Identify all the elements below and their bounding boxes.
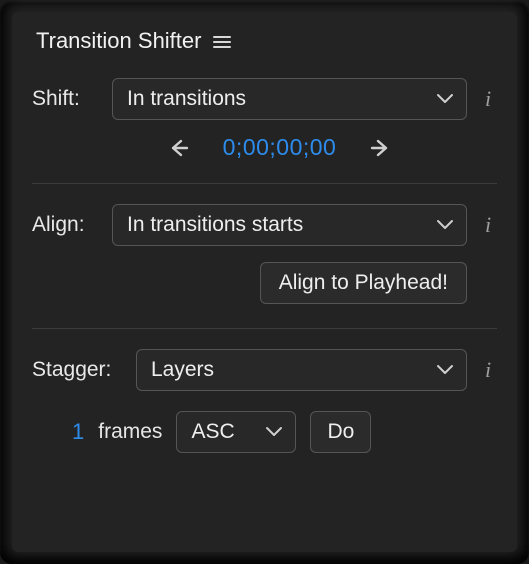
stagger-controls: 1 frames ASC Do <box>32 397 497 453</box>
divider <box>32 328 497 329</box>
timecode-field[interactable]: 0;00;00;00 <box>223 134 337 161</box>
stagger-select-value: Layers <box>151 358 214 382</box>
stagger-do-button[interactable]: Do <box>310 411 371 453</box>
info-icon[interactable]: i <box>479 357 497 383</box>
transition-shifter-panel: Transition Shifter Shift: In transitions… <box>12 12 517 552</box>
arrow-left-icon[interactable] <box>167 138 189 158</box>
chevron-down-icon <box>436 93 454 105</box>
align-select-value: In transitions starts <box>127 213 303 237</box>
panel-frame: Transition Shifter Shift: In transitions… <box>0 0 529 564</box>
shift-label: Shift: <box>32 87 100 111</box>
align-row: Align: In transitions starts i <box>32 198 497 252</box>
shift-time-row: 0;00;00;00 <box>62 126 497 177</box>
info-icon[interactable]: i <box>479 86 497 112</box>
shift-select-value: In transitions <box>127 87 246 111</box>
arrow-right-icon[interactable] <box>370 138 392 158</box>
align-to-playhead-button[interactable]: Align to Playhead! <box>260 262 467 304</box>
do-button-label: Do <box>327 420 354 444</box>
stagger-order-value: ASC <box>191 420 234 444</box>
stagger-frames-label: frames <box>98 420 162 444</box>
stagger-order-select[interactable]: ASC <box>176 411 296 453</box>
align-button-label: Align to Playhead! <box>279 271 448 295</box>
chevron-down-icon <box>436 219 454 231</box>
align-label: Align: <box>32 213 100 237</box>
shift-select[interactable]: In transitions <box>112 78 467 120</box>
stagger-label: Stagger: <box>32 358 124 382</box>
stagger-frames-field[interactable]: 1 <box>72 419 84 445</box>
shift-row: Shift: In transitions i <box>32 72 497 126</box>
panel-title: Transition Shifter <box>36 28 201 54</box>
divider <box>32 183 497 184</box>
panel-menu-icon[interactable] <box>213 34 231 48</box>
title-bar: Transition Shifter <box>32 22 497 72</box>
info-icon[interactable]: i <box>479 212 497 238</box>
chevron-down-icon <box>265 426 283 438</box>
stagger-row: Stagger: Layers i <box>32 343 497 397</box>
align-select[interactable]: In transitions starts <box>112 204 467 246</box>
chevron-down-icon <box>436 364 454 376</box>
align-button-row: Align to Playhead! <box>32 252 497 322</box>
stagger-select[interactable]: Layers <box>136 349 467 391</box>
